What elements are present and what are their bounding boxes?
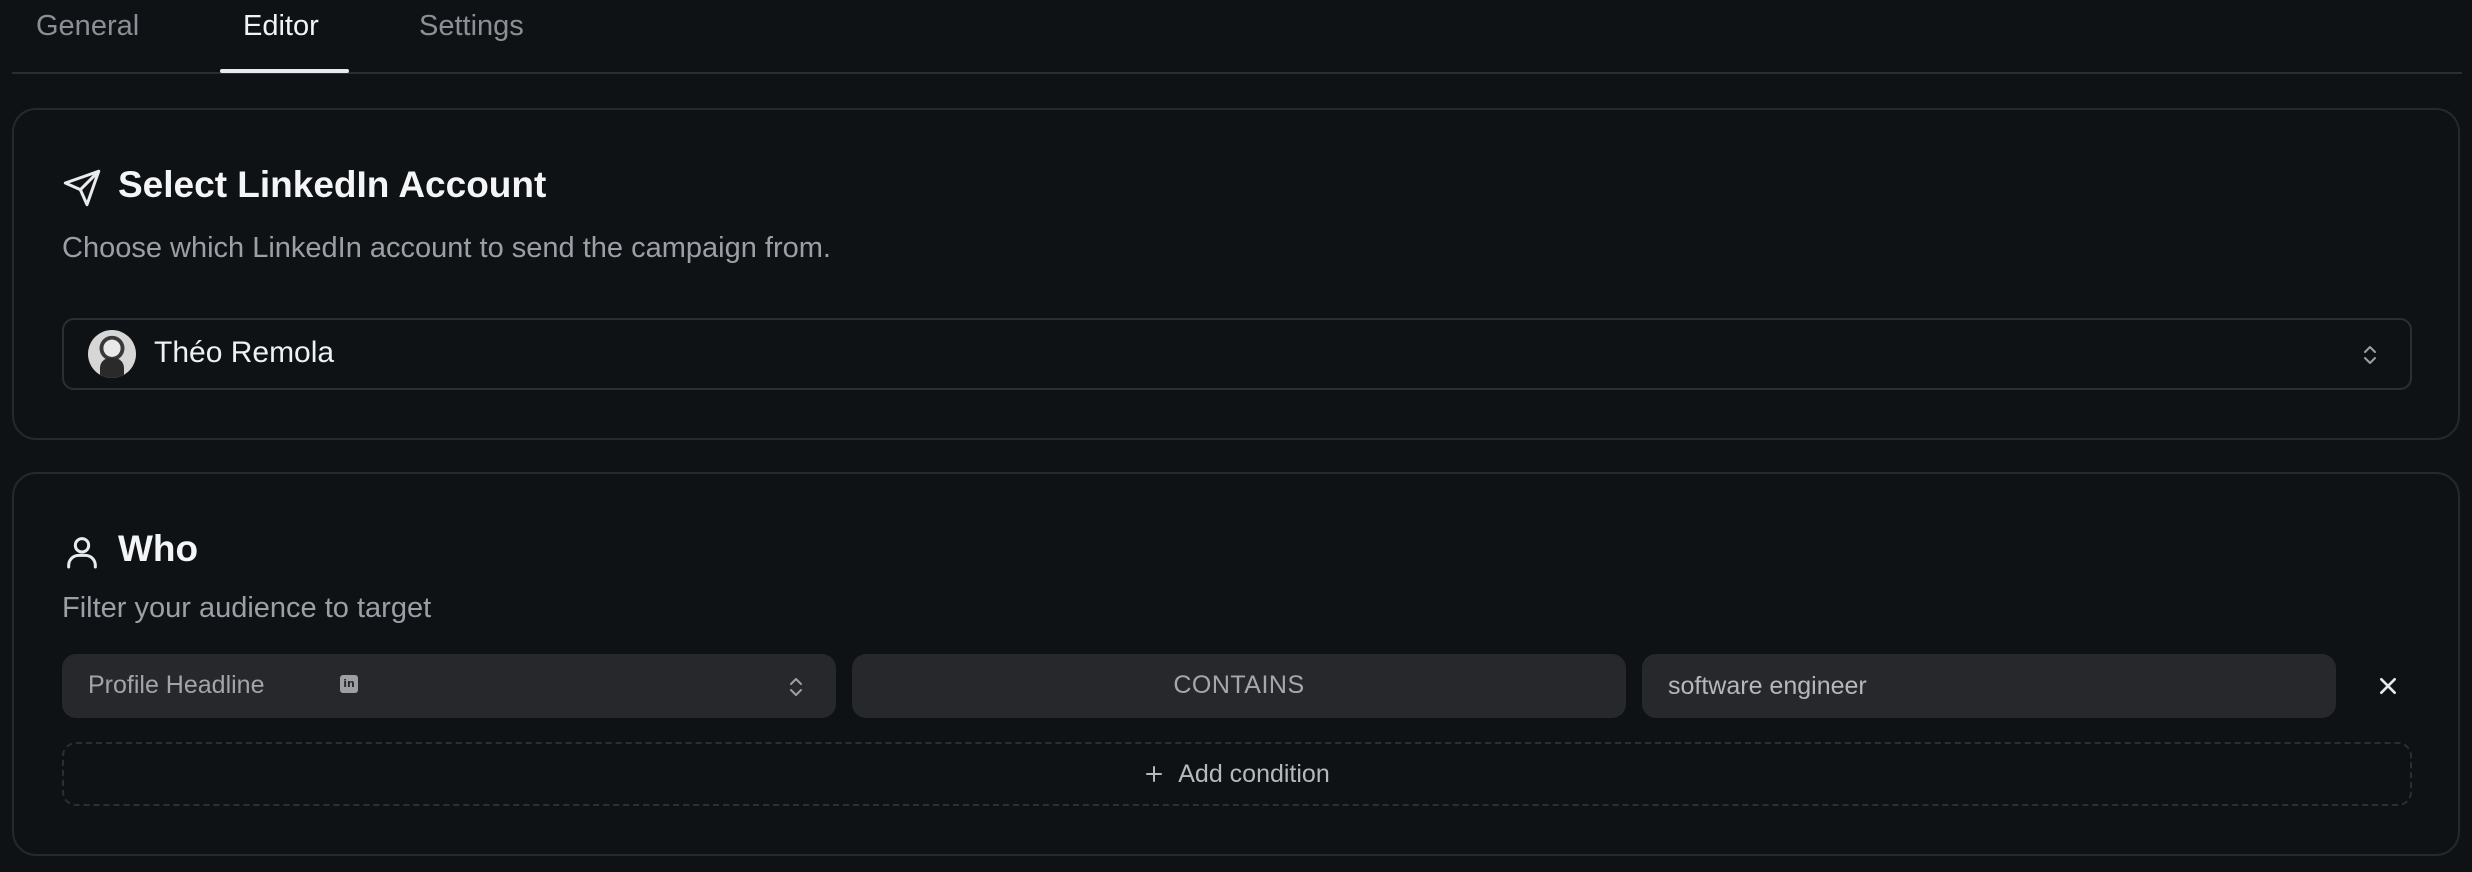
section-subtitle: Choose which LinkedIn account to send th… bbox=[62, 232, 831, 264]
section-title: Who bbox=[118, 528, 199, 569]
add-condition-content: Add condition bbox=[64, 760, 2410, 789]
selected-account-name: Théo Remola bbox=[154, 336, 335, 369]
tab-editor[interactable]: Editor bbox=[243, 10, 319, 43]
tab-bar: General Editor Settings bbox=[12, 0, 2462, 74]
tab-settings[interactable]: Settings bbox=[419, 10, 524, 43]
linkedin-account-card: Select LinkedIn Account Choose which Lin… bbox=[12, 108, 2460, 440]
chevron-up-down-icon bbox=[790, 678, 802, 696]
chevron-up-down-icon bbox=[2364, 346, 2376, 364]
add-condition-label: Add condition bbox=[1178, 760, 1330, 788]
plus-icon bbox=[1146, 766, 1163, 782]
condition-value-input[interactable] bbox=[1642, 654, 2336, 718]
active-tab-indicator bbox=[220, 69, 349, 73]
linkedin-account-select[interactable]: Théo Remola bbox=[62, 318, 2412, 390]
audience-filter-card: Who Filter your audience to target Profi… bbox=[12, 472, 2460, 856]
tab-general[interactable]: General bbox=[36, 10, 139, 43]
linkedin-icon: in bbox=[340, 675, 358, 693]
condition-value-field[interactable] bbox=[1642, 654, 2336, 718]
operator-select[interactable]: CONTAINS bbox=[852, 654, 1626, 718]
add-condition-button[interactable]: Add condition bbox=[62, 742, 2412, 806]
section-title: Select LinkedIn Account bbox=[118, 164, 547, 205]
campaign-editor-page: General Editor Settings Select LinkedIn … bbox=[0, 0, 2472, 872]
remove-condition-close-icon[interactable] bbox=[2372, 670, 2404, 702]
user-icon bbox=[67, 537, 97, 569]
operator-label: CONTAINS bbox=[1173, 671, 1305, 699]
property-select[interactable]: Profile Headline in bbox=[62, 654, 836, 718]
avatar bbox=[88, 330, 136, 378]
property-label: Profile Headline bbox=[88, 671, 265, 699]
send-icon bbox=[63, 169, 101, 207]
section-subtitle: Filter your audience to target bbox=[62, 592, 432, 624]
